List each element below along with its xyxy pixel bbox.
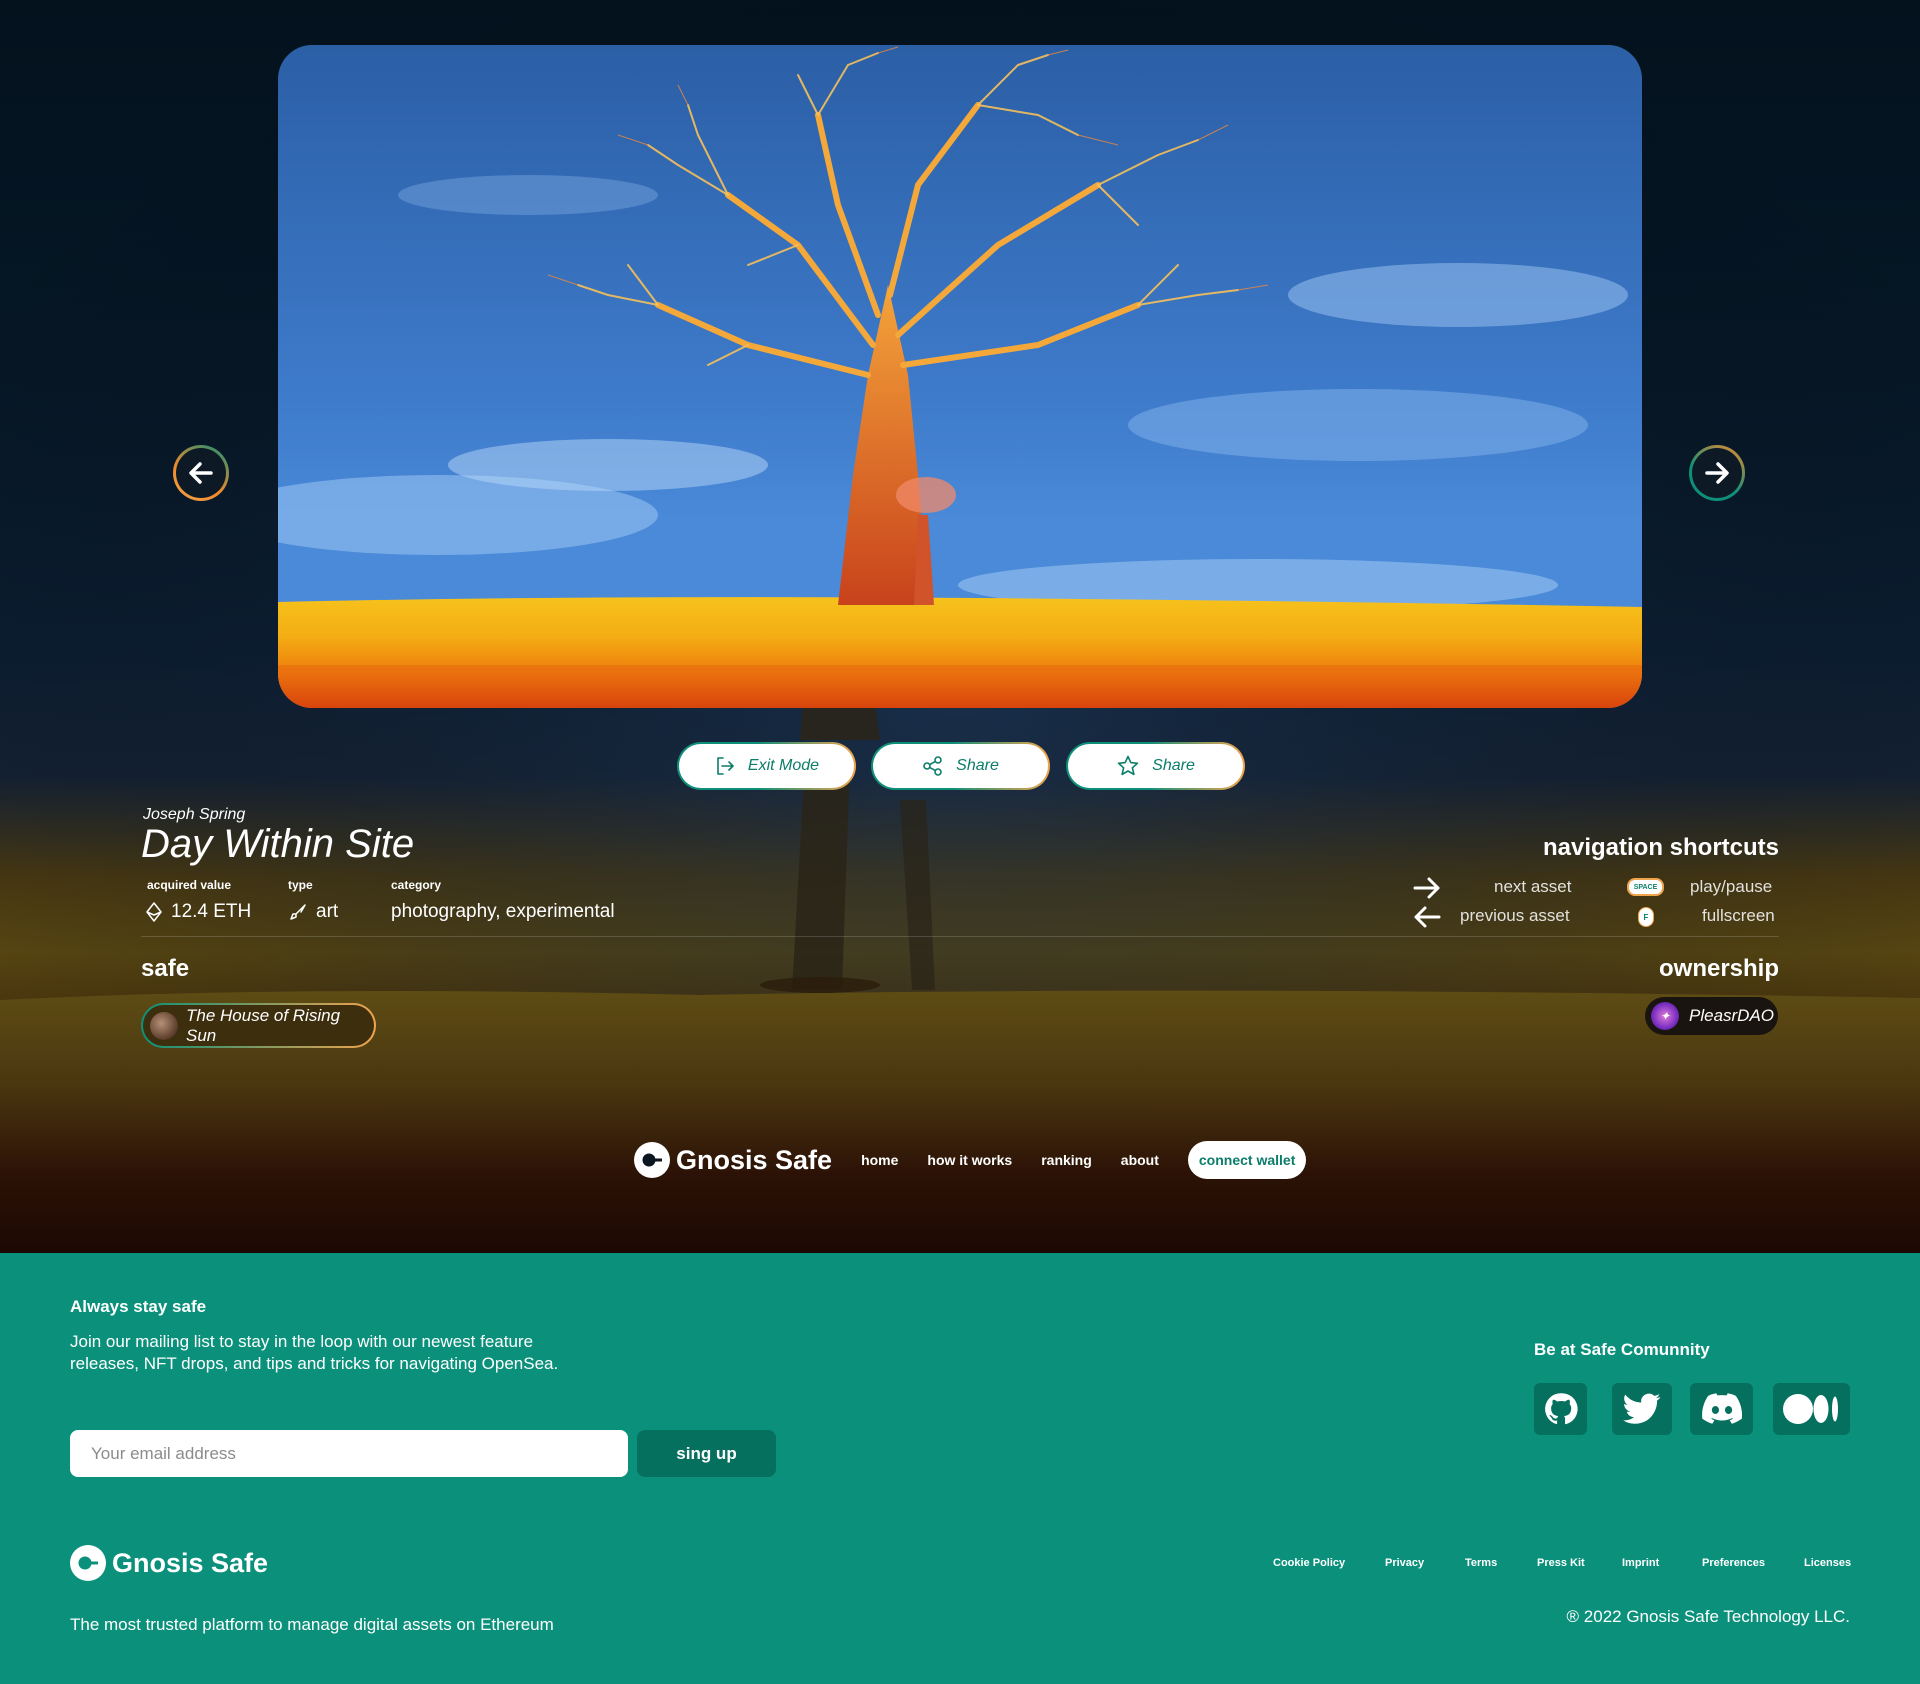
shortcut-next-asset: next asset [1494, 877, 1572, 896]
discord-link[interactable] [1690, 1383, 1753, 1435]
footer-link-cookie-policy[interactable]: Cookie Policy [1273, 1557, 1345, 1569]
hero-brand-name: Gnosis Safe [676, 1144, 833, 1175]
brush-icon [290, 904, 306, 920]
ownership-title: ownership [1658, 955, 1779, 982]
artwork-image [278, 45, 1642, 708]
hero-navigation: Gnosis Safe home how it works ranking ab… [634, 1141, 1307, 1179]
medium-link[interactable] [1773, 1383, 1850, 1435]
owner-avatar: ✦ [1651, 1002, 1679, 1030]
safe-title: safe [141, 955, 190, 982]
share-button[interactable]: Share [871, 742, 1050, 790]
github-icon [1544, 1393, 1578, 1425]
safe-link[interactable]: The House of Rising Sun [141, 1003, 376, 1048]
safe-name: The House of Rising Sun [186, 1005, 341, 1045]
footer-link-privacy[interactable]: Privacy [1385, 1557, 1424, 1569]
owner-link[interactable]: ✦ PleasrDAO [1645, 997, 1778, 1035]
discord-icon [1701, 1393, 1742, 1424]
gnosis-logo-icon [70, 1545, 106, 1581]
footer-tagline: The most trusted platform to manage digi… [70, 1615, 554, 1634]
hero-section: Exit Mode Share Share Joseph Spring Day … [0, 0, 1920, 1253]
shortcut-fullscreen: fullscreen [1702, 906, 1775, 925]
share-icon [923, 756, 942, 776]
footer-brand-name: Gnosis Safe [112, 1547, 269, 1578]
footer-link-imprint[interactable]: Imprint [1622, 1557, 1659, 1569]
community-title: Be at Safe Comunnity [1534, 1340, 1710, 1359]
safe-avatar [150, 1011, 178, 1040]
newsletter-heading: Always stay safe [70, 1297, 207, 1316]
exit-mode-button[interactable]: Exit Mode [677, 742, 856, 790]
footer-link-press-kit[interactable]: Press Kit [1537, 1557, 1585, 1569]
shortcut-play-pause: play/pause [1690, 877, 1773, 896]
navigation-shortcuts-title: navigation shortcuts [1542, 834, 1779, 861]
category-label: category [391, 878, 442, 892]
signup-button[interactable]: sing up [637, 1430, 776, 1477]
nav-home[interactable]: home [861, 1152, 898, 1168]
acquired-value-text: 12.4 ETH [171, 901, 252, 922]
sparkle-icon: ✦ [1659, 1009, 1671, 1023]
owner-name: PleasrDAO [1689, 1006, 1775, 1025]
info-divider [141, 936, 1779, 937]
footer-link-preferences[interactable]: Preferences [1702, 1557, 1765, 1569]
acquired-value: 12.4 ETH [145, 901, 251, 923]
nav-how-it-works[interactable]: how it works [927, 1152, 1012, 1168]
previous-asset-button[interactable] [173, 445, 229, 501]
space-key: SPACE [1627, 878, 1664, 896]
github-link[interactable] [1534, 1383, 1587, 1435]
favorite-label: Share [1152, 757, 1195, 774]
arrow-right-icon [1705, 462, 1729, 484]
medium-icon [1782, 1394, 1838, 1424]
email-input[interactable] [70, 1430, 628, 1477]
arrow-right-icon [1413, 877, 1440, 899]
acquired-value-label: acquired value [147, 878, 232, 892]
artwork-title: Day Within Site [141, 822, 415, 866]
nav-about[interactable]: about [1121, 1152, 1159, 1168]
shortcut-previous-asset: previous asset [1460, 906, 1570, 925]
newsletter-description: Join our mailing list to stay in the loo… [70, 1332, 559, 1373]
f-key: F [1638, 907, 1654, 927]
arrow-left-icon [1414, 906, 1441, 928]
type-value: art [288, 901, 338, 923]
next-asset-button[interactable] [1689, 445, 1745, 501]
hero-brand[interactable]: Gnosis Safe [634, 1142, 832, 1178]
twitter-link[interactable] [1612, 1383, 1672, 1435]
gnosis-logo-icon [634, 1142, 670, 1178]
exit-mode-label: Exit Mode [747, 757, 820, 774]
ethereum-icon [146, 902, 162, 922]
footer-link-terms[interactable]: Terms [1465, 1557, 1497, 1569]
exit-icon [717, 757, 734, 775]
twitter-icon [1623, 1393, 1661, 1424]
connect-wallet-button[interactable]: connect wallet [1187, 1141, 1307, 1179]
type-label: type [288, 878, 313, 892]
star-icon [1117, 755, 1139, 776]
category-value: photography, experimental [391, 901, 615, 922]
type-value-text: art [316, 901, 339, 922]
arrow-left-icon [189, 462, 213, 484]
footer-brand[interactable]: Gnosis Safe [70, 1545, 268, 1581]
share-label: Share [956, 757, 999, 774]
favorite-button[interactable]: Share [1066, 742, 1245, 790]
copyright: ® 2022 Gnosis Safe Technology LLC. [1566, 1607, 1850, 1626]
nav-ranking[interactable]: ranking [1041, 1152, 1092, 1168]
footer-link-licenses[interactable]: Licenses [1804, 1557, 1851, 1569]
